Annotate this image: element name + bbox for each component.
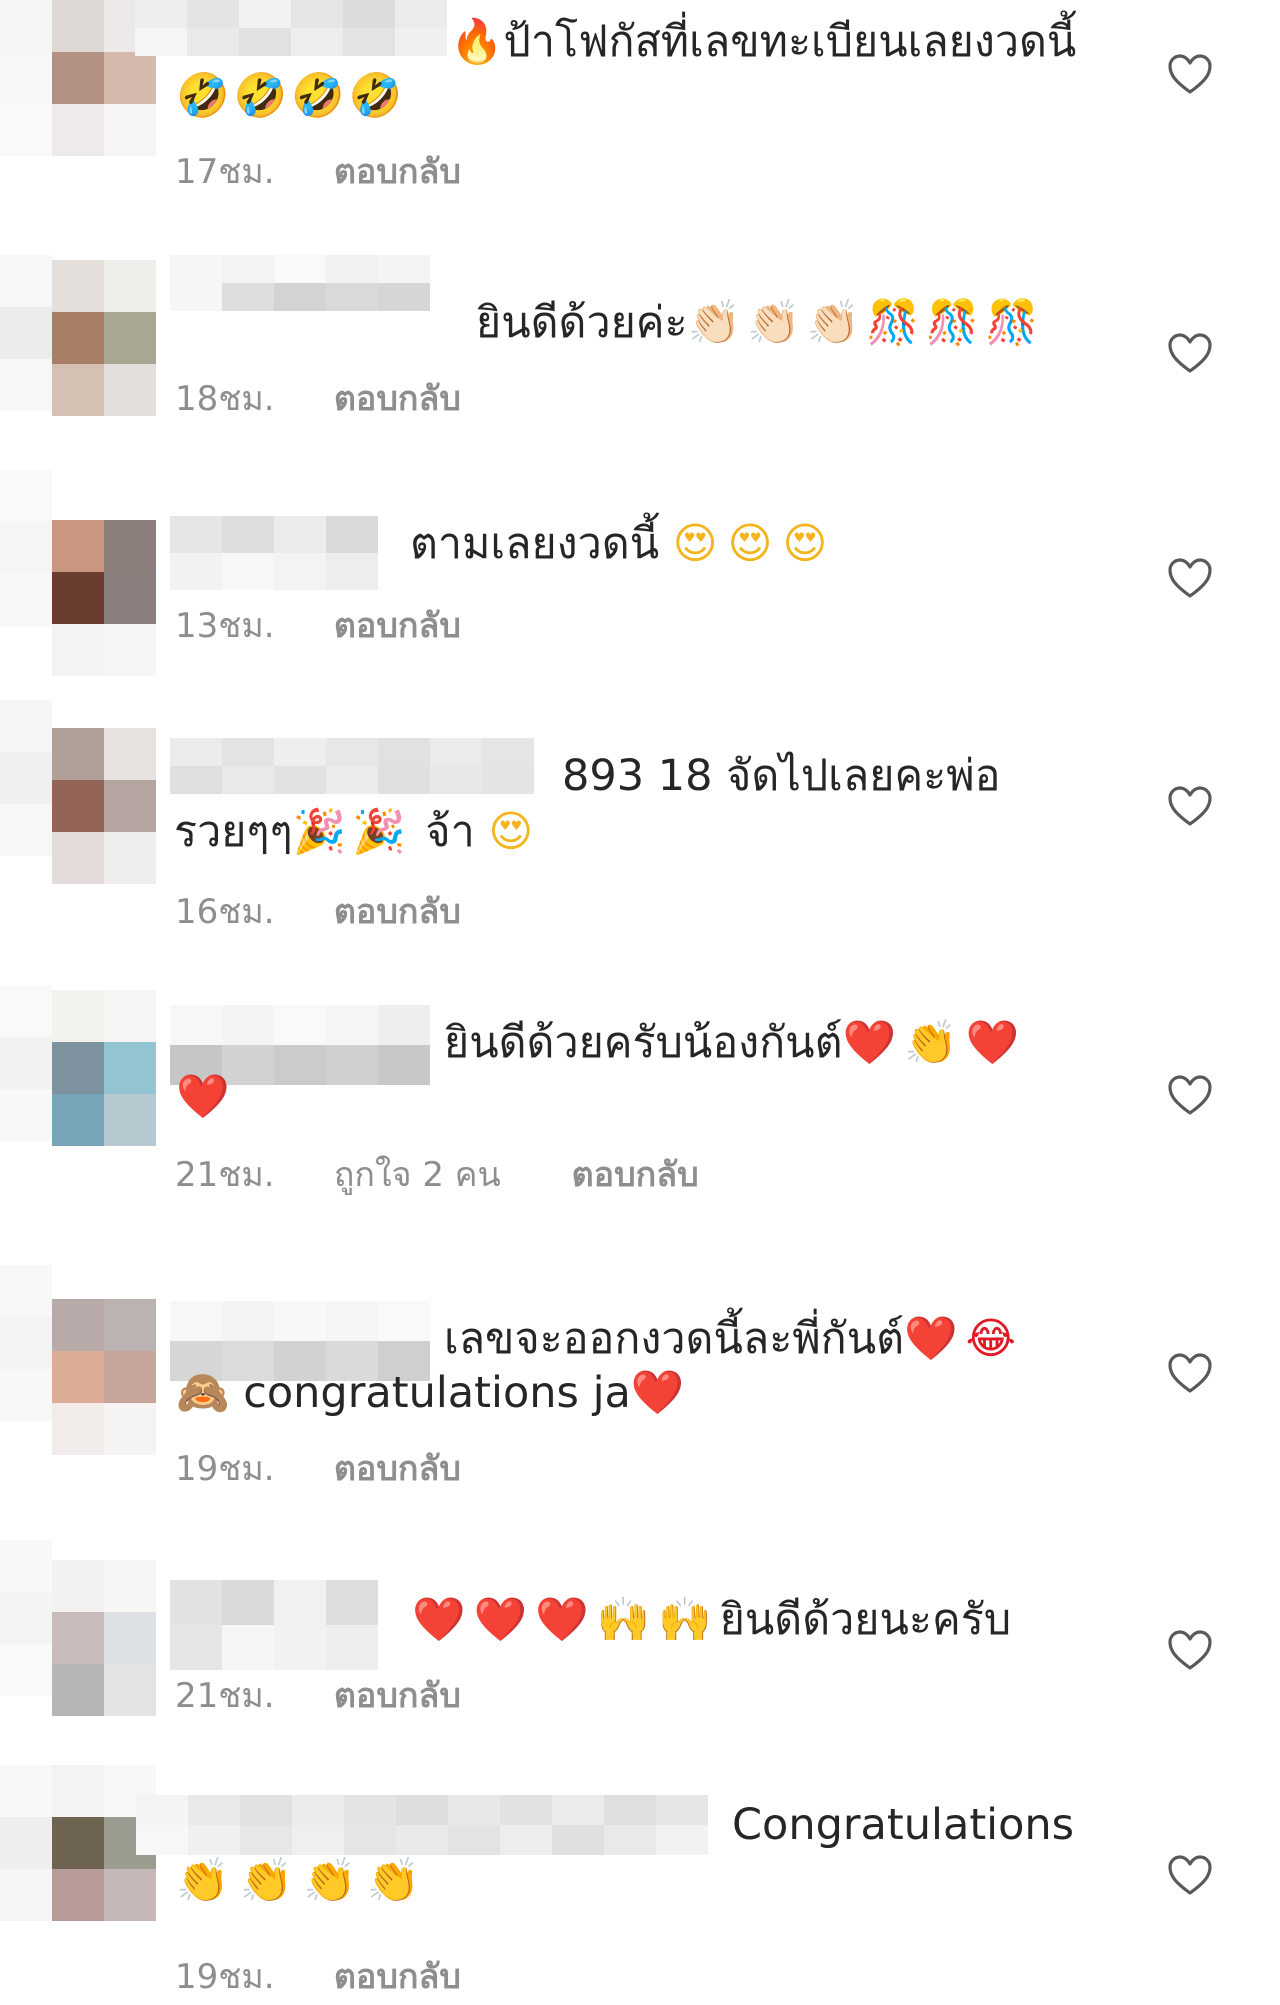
comment-text-line2: 👏👏👏👏 [176, 1853, 430, 1909]
reply-button[interactable]: ตอบกลับ [334, 892, 461, 932]
clap-emoji: 👏🏻👏🏻👏🏻🎊🎊🎊 [687, 298, 1045, 348]
comment-meta: 21ชม. ตอบกลับ [175, 1674, 461, 1718]
red-heart-emoji: ❤️ [176, 1072, 230, 1122]
comment-item: ยินดีด้วยครับน้องกันต์❤️👏❤️ ❤️ 21ชม. ถูก… [0, 985, 1280, 1250]
avatar-edge [0, 700, 52, 856]
comment-text-line2: ❤️ [176, 1069, 230, 1125]
comment-text-line2: 🤣🤣🤣🤣 [176, 68, 406, 124]
comment-item: ตามเลยงวดนี้ 😍😍😍 13ชม. ตอบกลับ [0, 470, 1280, 680]
username-blurred[interactable] [136, 1795, 708, 1855]
avatar[interactable] [52, 1299, 156, 1455]
comment-item: 893 18 จัดไปเลยคะพ่อ รวยๆๆ🎉🎉 จ้า 😍 16ชม.… [0, 700, 1280, 960]
comment-time: 21ชม. [175, 1155, 275, 1195]
comment-text: ยินดีด้วยครับน้องกันต์❤️👏❤️ [444, 1018, 1028, 1068]
like-heart-icon[interactable] [1166, 556, 1214, 600]
comment-meta: 21ชม. ถูกใจ 2 คน ตอบกลับ [175, 1153, 699, 1197]
comment-text-line2: รวยๆๆ🎉🎉 จ้า 😍 [174, 807, 534, 857]
comment-time: 13ชม. [175, 606, 275, 646]
likes-count[interactable]: ถูกใจ 2 คน [334, 1153, 501, 1197]
avatar-edge [0, 1265, 52, 1421]
comment-meta: 13ชม. ตอบกลับ [175, 604, 461, 648]
like-heart-icon[interactable] [1166, 331, 1214, 375]
comment-item: ❤️❤️❤️🙌🙌ยินดีด้วยนะครับ 21ชม. ตอบกลับ [0, 1540, 1280, 1740]
avatar-edge [0, 0, 52, 156]
comment-meta: 19ชม. ตอบกลับ [175, 1447, 461, 1491]
comment-time: 19ชม. [175, 1449, 275, 1489]
red-heart-emoji: ❤️😂 [904, 1314, 1024, 1364]
reply-button[interactable]: ตอบกลับ [572, 1155, 699, 1195]
comment-item: ยินดีด้วยค่ะ👏🏻👏🏻👏🏻🎊🎊🎊 18ชม. ตอบกลับ [0, 255, 1280, 455]
like-heart-icon[interactable] [1166, 52, 1214, 96]
reply-button[interactable]: ตอบกลับ [334, 1676, 461, 1716]
comment-text-line2: 🙈 congratulations ja❤️ [176, 1368, 685, 1418]
avatar[interactable] [52, 728, 156, 884]
comment-text: Congratulations [732, 1800, 1075, 1850]
red-heart-emoji: ❤️ [630, 1368, 685, 1418]
reply-button[interactable]: ตอบกลับ [334, 152, 461, 192]
comment-item: 🔥ป้าโฟกัสที่เลขทะเบียนเลยงวดนี้ 🤣🤣🤣🤣 17ช… [0, 0, 1280, 220]
reply-button[interactable]: ตอบกลับ [334, 1957, 461, 1997]
party-popper-emoji: 🎉🎉 [292, 807, 412, 857]
comment-text: ยินดีด้วยค่ะ👏🏻👏🏻👏🏻🎊🎊🎊 [476, 298, 1045, 348]
like-heart-icon[interactable] [1166, 1628, 1214, 1672]
like-heart-icon[interactable] [1166, 1351, 1214, 1395]
comment-item: เลขจะออกงวดนี้ละพี่กันต์❤️😂 🙈 congratula… [0, 1265, 1280, 1505]
red-heart-emoji: ❤️👏❤️ [842, 1018, 1028, 1068]
comment-time: 21ชม. [175, 1676, 275, 1716]
see-no-evil-monkey-emoji: 🙈 [176, 1368, 230, 1418]
avatar[interactable] [52, 1560, 156, 1716]
avatar-edge [0, 1765, 52, 1921]
username-blurred[interactable] [170, 516, 410, 590]
like-heart-icon[interactable] [1166, 1073, 1214, 1117]
like-heart-icon[interactable] [1166, 784, 1214, 828]
reply-button[interactable]: ตอบกลับ [334, 379, 461, 419]
avatar[interactable] [52, 260, 156, 416]
heart-eyes-emoji: 😍 [488, 807, 534, 857]
username-blurred[interactable] [170, 738, 552, 794]
comment-time: 19ชม. [175, 1957, 275, 1997]
comment-time: 17ชม. [175, 152, 275, 192]
comment-text: เลขจะออกงวดนี้ละพี่กันต์❤️😂 [444, 1314, 1024, 1364]
comment-text: ตามเลยงวดนี้ 😍😍😍 [410, 519, 838, 569]
username-blurred[interactable] [170, 255, 466, 311]
comment-meta: 16ชม. ตอบกลับ [175, 890, 461, 934]
comment-meta: 18ชม. ตอบกลับ [175, 377, 461, 421]
fire-emoji: 🔥 [450, 17, 504, 67]
heart-eyes-emoji: 😍😍😍 [672, 519, 838, 569]
comment-time: 18ชม. [175, 379, 275, 419]
comment-text: 893 18 จัดไปเลยคะพ่อ [562, 751, 1001, 801]
avatar-edge [0, 985, 52, 1141]
username-blurred[interactable] [135, 0, 447, 56]
avatar[interactable] [52, 520, 156, 676]
avatar-edge [0, 1540, 52, 1696]
rofl-emoji: 🤣🤣🤣🤣 [176, 71, 407, 121]
avatar-edge [0, 255, 52, 411]
like-heart-icon[interactable] [1166, 1853, 1214, 1897]
reply-button[interactable]: ตอบกลับ [334, 606, 461, 646]
comment-text: 🔥ป้าโฟกัสที่เลขทะเบียนเลยงวดนี้ [450, 17, 1077, 67]
avatar-edge [0, 470, 52, 626]
clap-emoji: 👏👏👏👏 [176, 1856, 431, 1906]
comment-text: ❤️❤️❤️🙌🙌ยินดีด้วยนะครับ [412, 1595, 1012, 1645]
username-blurred[interactable] [170, 1580, 410, 1670]
red-heart-emoji: ❤️❤️❤️🙌🙌 [412, 1595, 720, 1645]
reply-button[interactable]: ตอบกลับ [334, 1449, 461, 1489]
comment-meta: 17ชม. ตอบกลับ [175, 150, 461, 194]
comment-item: Congratulations 👏👏👏👏 19ชม. ตอบกลับ [0, 1765, 1280, 2005]
comment-meta: 19ชม. ตอบกลับ [175, 1955, 461, 1999]
avatar[interactable] [52, 990, 156, 1146]
comment-time: 16ชม. [175, 892, 275, 932]
